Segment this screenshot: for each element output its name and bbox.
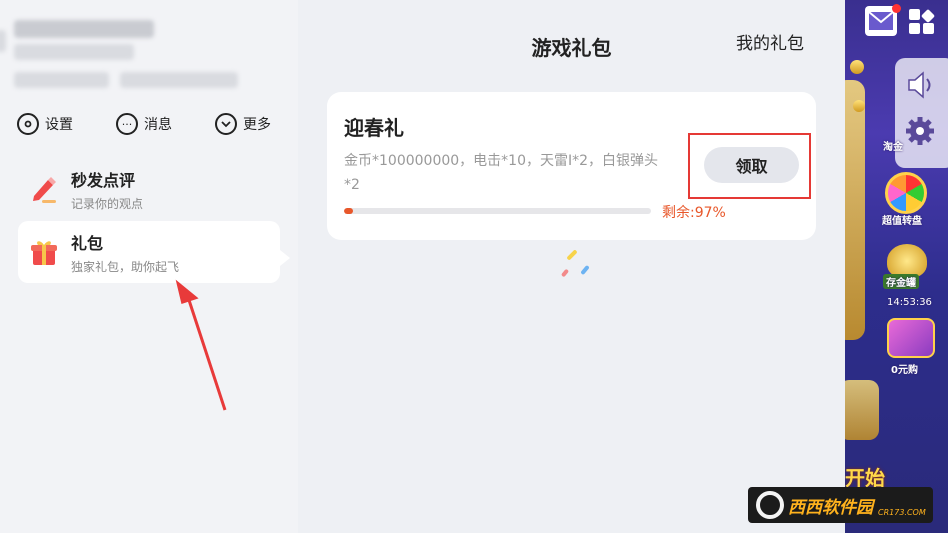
settings-icon: [17, 113, 39, 135]
annotation-arrow: [175, 279, 227, 411]
gift-name: 迎春礼: [344, 116, 404, 140]
sidebar-item-gift-subtitle: 独家礼包，助你起飞: [71, 260, 180, 274]
watermark-text: 西西软件园: [788, 497, 873, 518]
gift-icon: [30, 237, 58, 267]
treasure-chest-icon[interactable]: [887, 318, 935, 358]
messages-label: 消息: [144, 117, 172, 133]
watermark-subtext: CR173.COM: [878, 508, 926, 517]
watermark-logo: 西西软件园 CR173.COM: [748, 487, 933, 523]
apps-grid-icon[interactable]: [907, 8, 937, 36]
chevron-down-icon: [215, 113, 237, 135]
gift-panel: 游戏礼包 我的礼包 迎春礼 金币*100000000，电击*10，天雷I*2，白…: [305, 7, 838, 525]
zero-yuan-label: 0元购: [891, 365, 918, 376]
remaining-text: 剩余:97%: [662, 202, 726, 222]
more-label: 更多: [243, 117, 271, 133]
countdown-timer: 14:53:36: [887, 297, 932, 308]
lucky-wheel-label: 超值转盘: [882, 216, 922, 227]
sidebar-item-review-title: 秒发点评: [71, 171, 136, 190]
sidebar-item-review[interactable]: 秒发点评 记录你的观点: [18, 158, 280, 220]
speaker-icon[interactable]: [905, 68, 935, 102]
remaining-label: 剩余:: [662, 205, 695, 221]
watermark-c-icon: [756, 491, 784, 519]
gear-icon[interactable]: [903, 114, 937, 148]
sidebar-item-gift-title: 礼包: [71, 234, 104, 253]
remaining-progress-bar: [344, 208, 651, 214]
settings-button[interactable]: 设置: [17, 111, 73, 137]
sidebar: 设置 ··· 消息 更多 秒发点评 记录你的观点 礼包 独家礼包，助你起飞: [0, 0, 298, 533]
piggy-bank-icon[interactable]: [887, 244, 927, 278]
remaining-progress-fill: [344, 208, 354, 214]
settings-label: 设置: [45, 117, 73, 133]
more-button[interactable]: 更多: [215, 111, 271, 137]
messages-button[interactable]: ··· 消息: [116, 111, 172, 137]
piggy-bank-label: 存金罐: [883, 274, 919, 289]
sidebar-item-review-subtitle: 记录你的观点: [71, 197, 144, 211]
active-pointer: [280, 250, 290, 266]
my-gifts-link[interactable]: 我的礼包: [736, 29, 804, 54]
claim-button[interactable]: 领取: [704, 147, 799, 183]
lucky-wheel-icon[interactable]: [885, 172, 927, 214]
remaining-value: 97%: [694, 205, 726, 221]
chat-icon: ···: [116, 113, 138, 135]
gold-rush-label: 淘金: [883, 142, 903, 153]
gift-card: 迎春礼 金币*100000000，电击*10，天雷I*2，白银弹头*2 领取 剩…: [327, 92, 816, 240]
sidebar-item-gift[interactable]: 礼包 独家礼包，助你起飞: [18, 221, 280, 283]
claim-highlight-box: 领取: [688, 133, 811, 199]
pencil-icon: [30, 174, 58, 204]
game-background: 淘金 超值转盘 存金罐 14:53:36 0元购 开始: [845, 0, 948, 533]
notification-dot: [892, 4, 901, 13]
gift-description: 金币*100000000，电击*10，天雷I*2，白银弹头*2: [344, 153, 659, 193]
